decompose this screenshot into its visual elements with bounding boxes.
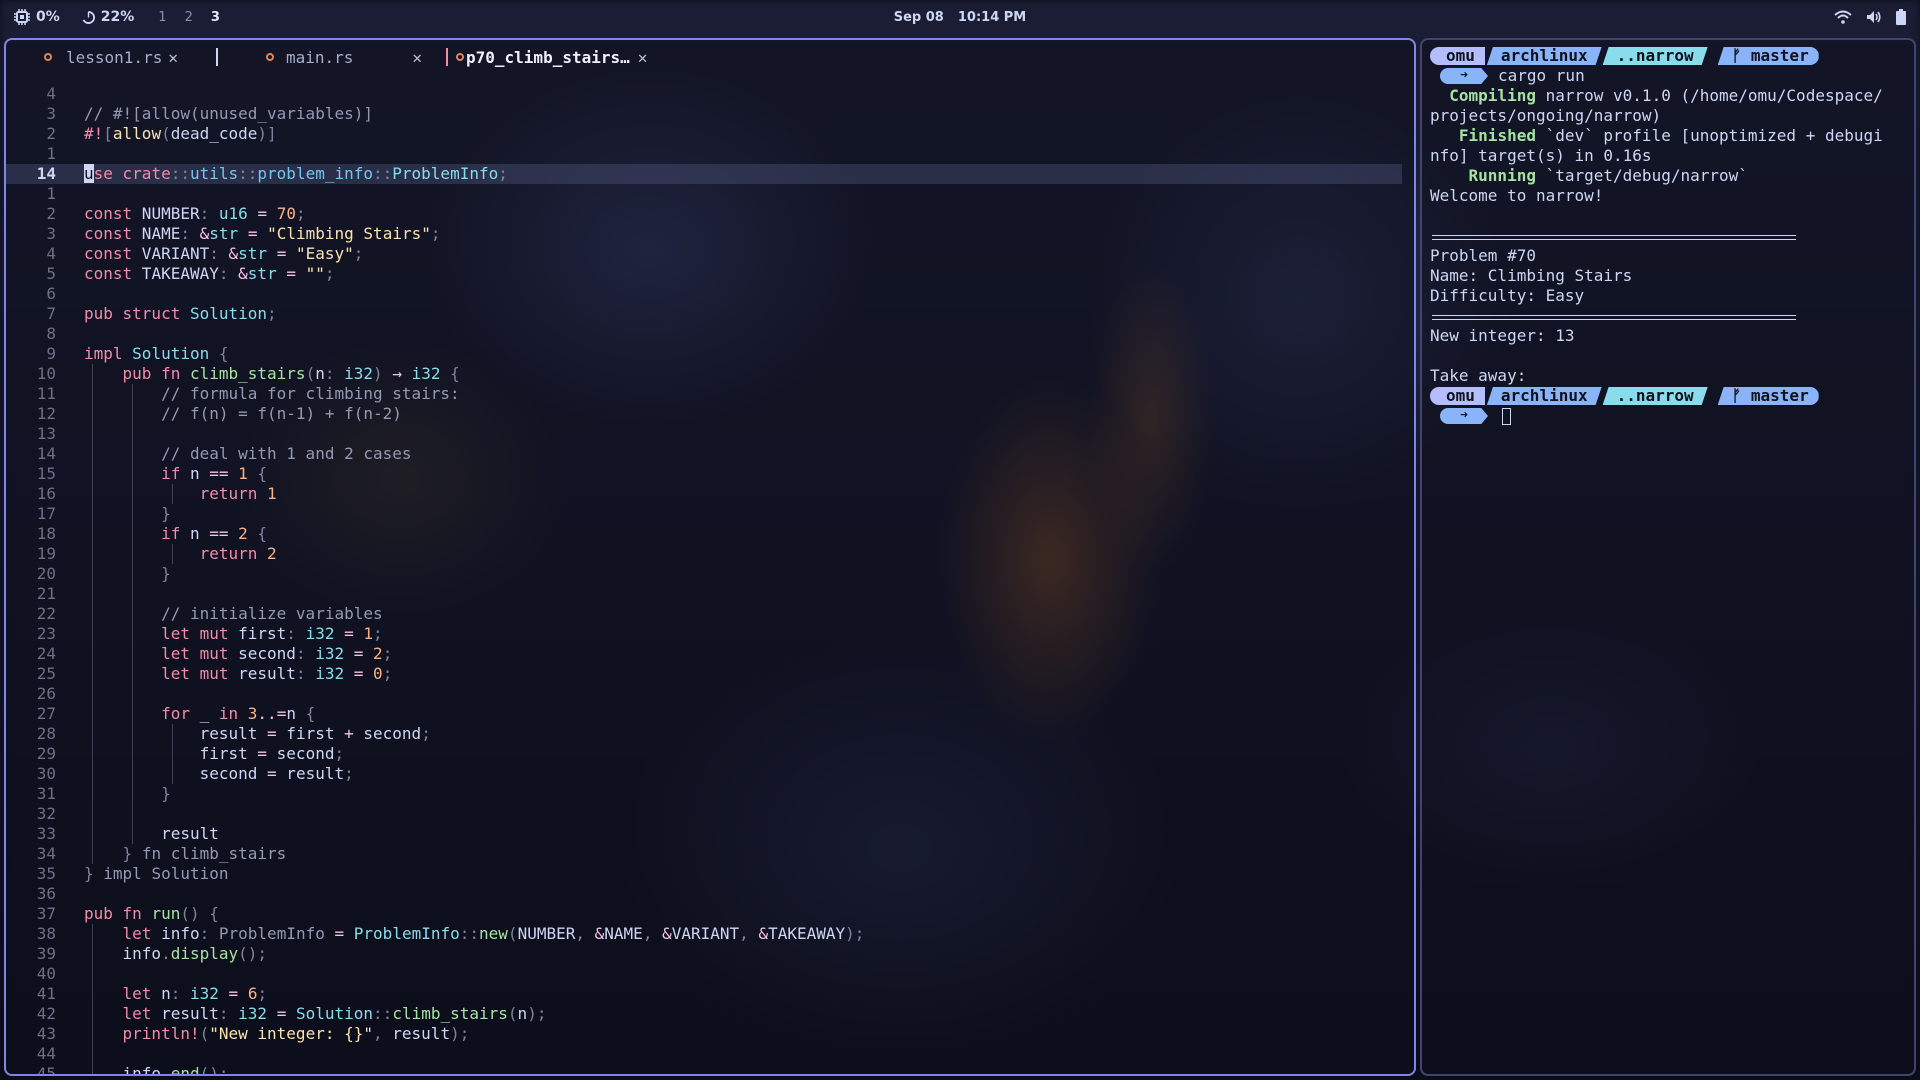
running-text: `target/debug/narrow`: [1535, 166, 1748, 185]
prompt-arrow-icon: ➜: [1440, 68, 1488, 84]
close-tab-icon[interactable]: ✕: [412, 48, 422, 67]
take-away-output: Take away:: [1430, 366, 1527, 385]
rust-file-icon: [44, 53, 52, 61]
prompt-directory: ..narrow: [1603, 47, 1708, 65]
finished-text-cont: nfo] target(s) in 0.16s: [1430, 146, 1652, 165]
prompt-git-branch: ᚠ master: [1717, 387, 1819, 405]
prompt-directory: ..narrow: [1603, 387, 1708, 405]
clock-date: Sep 08: [893, 9, 944, 25]
welcome-line: Welcome to narrow!: [1430, 186, 1604, 205]
prompt-arrow-icon: ➜: [1440, 408, 1488, 424]
finished-text: `dev` profile [unoptimized + debugi: [1535, 126, 1883, 145]
shell-prompt: omu archlinux ..narrow ᚠ master: [1430, 46, 1910, 66]
tab-main[interactable]: main.rs ✕: [218, 40, 436, 74]
prompt-host: archlinux: [1487, 47, 1602, 65]
new-integer-output: New integer: 13: [1430, 326, 1575, 345]
prompt-host: archlinux: [1487, 387, 1602, 405]
compiling-text: narrow v0.1.0 (/home/omu/Codespace/: [1535, 86, 1883, 105]
terminal-cursor: [1502, 407, 1511, 425]
clock-time: 10:14 PM: [957, 9, 1027, 25]
terminal-output[interactable]: omu archlinux ..narrow ᚠ master ➜ cargo …: [1430, 46, 1910, 426]
clock[interactable]: Sep 08 10:14 PM: [0, 0, 1920, 34]
prompt-git-branch: ᚠ master: [1717, 47, 1819, 65]
current-line: 14 use crate::utils::problem_info::Proble…: [6, 164, 1402, 184]
tab-p70-climb-stairs[interactable]: p70_climb_stairs… ✕: [448, 40, 678, 74]
running-label: Running: [1468, 166, 1536, 185]
terminal-window[interactable]: omu archlinux ..narrow ᚠ master ➜ cargo …: [1420, 38, 1916, 1076]
battery-icon[interactable]: [1896, 9, 1906, 25]
editor-tab-bar: lesson1.rs ✕ main.rs ✕ p70_climb_stairs……: [6, 40, 1414, 74]
problem-number: Problem #70: [1430, 246, 1536, 265]
tab-label: lesson1.rs: [66, 47, 163, 67]
editor-window[interactable]: lesson1.rs ✕ main.rs ✕ p70_climb_stairs……: [4, 38, 1416, 1076]
compiling-label: Compiling: [1449, 86, 1536, 105]
status-bar: 0% 22% 1 2 3 Sep 08 10:14 PM: [0, 0, 1920, 34]
problem-name: Name: Climbing Stairs: [1430, 266, 1633, 285]
divider-line: [1430, 306, 1910, 326]
compiling-text-cont: projects/ongoing/narrow): [1430, 106, 1662, 125]
tab-lesson1[interactable]: lesson1.rs ✕: [6, 40, 192, 74]
shell-prompt: omu archlinux ..narrow ᚠ master: [1430, 386, 1910, 406]
divider-line: [1430, 226, 1910, 246]
current-line-number: 14: [36, 164, 56, 183]
code-area[interactable]: 4 3// #![allow(unused_variables)] 2 #![al…: [6, 84, 1414, 1074]
typed-command: cargo run: [1498, 66, 1585, 85]
problem-difficulty: Difficulty: Easy: [1430, 286, 1585, 305]
wifi-icon[interactable]: [1834, 10, 1852, 24]
volume-icon[interactable]: [1866, 10, 1882, 24]
finished-label: Finished: [1458, 126, 1536, 145]
close-tab-icon[interactable]: ✕: [168, 48, 178, 67]
tab-label: p70_climb_stairs…: [466, 47, 630, 67]
rust-file-icon: [266, 53, 274, 61]
tab-label: main.rs: [286, 47, 354, 67]
close-tab-icon[interactable]: ✕: [638, 48, 648, 67]
prompt-user: omu: [1430, 387, 1485, 405]
rust-file-icon: [456, 53, 464, 61]
text-cursor: u: [84, 164, 94, 183]
prompt-user: omu: [1430, 47, 1485, 65]
